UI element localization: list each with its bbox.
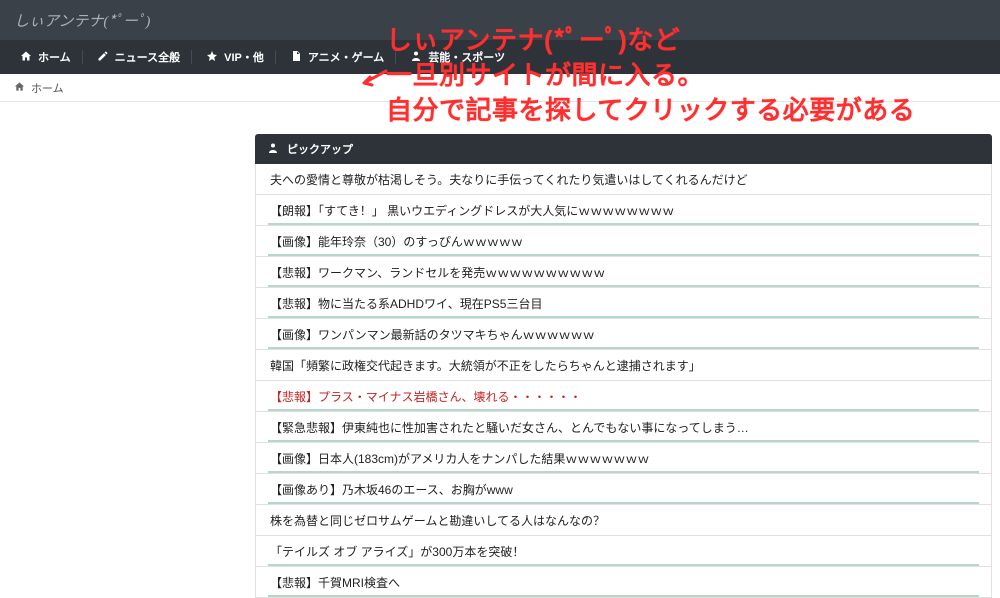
- main-column: ピックアップ 夫への愛情と尊敬が枯渇しそう。夫なりに手伝ってくれたり気遣いはして…: [255, 102, 1000, 598]
- doc-icon: [290, 50, 302, 65]
- list-item[interactable]: 韓国「頻繁に政権交代起きます。大統領が不正をしたらちゃんと逮捕されます」: [256, 350, 991, 381]
- top-bar: しぃアンテナ(*ﾟーﾟ): [0, 0, 1000, 40]
- home-icon: [14, 81, 25, 95]
- nav-home[interactable]: ホーム: [8, 40, 83, 74]
- sidebar: [0, 102, 255, 598]
- list-item[interactable]: 【緊急悲報】伊東純也に性加害されたと騒いだ女さん、とんでもない事になってしまう…: [256, 412, 991, 443]
- star-icon: [206, 50, 218, 65]
- list-item[interactable]: 「テイルズ オブ アライズ」が300万本を突破！: [256, 536, 991, 567]
- nav-label: 芸能・スポーツ: [428, 49, 505, 65]
- nav-label: アニメ・ゲーム: [308, 49, 384, 65]
- nav-news[interactable]: ニュース全般: [85, 40, 192, 74]
- pickup-label: ピックアップ: [287, 141, 353, 157]
- list-item[interactable]: 【悲報】物に当たる系ADHDワイ、現在PS5三台目: [256, 288, 991, 319]
- nav-label: ホーム: [38, 49, 71, 65]
- breadcrumb: ホーム: [0, 74, 1000, 102]
- pencil-icon: [97, 50, 109, 65]
- person-icon: [410, 50, 422, 65]
- pickup-header: ピックアップ: [255, 134, 992, 164]
- article-list: 夫への愛情と尊敬が枯渇しそう。夫なりに手伝ってくれたり気遣いはしてくれるんだけど…: [255, 164, 992, 598]
- list-item[interactable]: 【画像あり】乃木坂46のエース、お胸がwww: [256, 474, 991, 505]
- list-item[interactable]: 【悲報】千賀MRI検査へ: [256, 567, 991, 598]
- nav-bar: ホーム ニュース全般 VIP・他 アニメ・ゲーム 芸能・スポーツ: [0, 40, 1000, 74]
- list-item[interactable]: 【画像】ワンパンマン最新話のタツマキちゃんｗｗｗｗｗｗ: [256, 319, 991, 350]
- nav-sports[interactable]: 芸能・スポーツ: [398, 40, 517, 74]
- list-item[interactable]: 夫への愛情と尊敬が枯渇しそう。夫なりに手伝ってくれたり気遣いはしてくれるんだけど: [256, 164, 991, 195]
- list-item[interactable]: 【悲報】プラス・マイナス岩橋さん、壊れる・・・・・・: [256, 381, 991, 412]
- home-icon: [20, 50, 32, 65]
- nav-label: ニュース全般: [115, 49, 180, 65]
- site-brand: しぃアンテナ(*ﾟーﾟ): [14, 10, 150, 31]
- person-icon: [267, 142, 279, 157]
- list-item[interactable]: 【朗報】「すてき！」 黒いウエディングドレスが大人気にｗｗｗｗｗｗｗｗ: [256, 195, 991, 226]
- list-item[interactable]: 株を為替と同じゼロサムゲームと勘違いしてる人はなんなの？: [256, 505, 991, 536]
- list-item[interactable]: 【悲報】ワークマン、ランドセルを発売ｗｗｗｗｗｗｗｗｗｗ: [256, 257, 991, 288]
- nav-label: VIP・他: [224, 49, 264, 65]
- nav-anime[interactable]: アニメ・ゲーム: [278, 40, 396, 74]
- list-item[interactable]: 【画像】日本人(183cm)がアメリカ人をナンパした結果ｗｗｗｗｗｗｗ: [256, 443, 991, 474]
- nav-vip[interactable]: VIP・他: [194, 40, 276, 74]
- list-item[interactable]: 【画像】能年玲奈（30）のすっぴんｗｗｗｗｗ: [256, 226, 991, 257]
- breadcrumb-home[interactable]: ホーム: [31, 80, 64, 96]
